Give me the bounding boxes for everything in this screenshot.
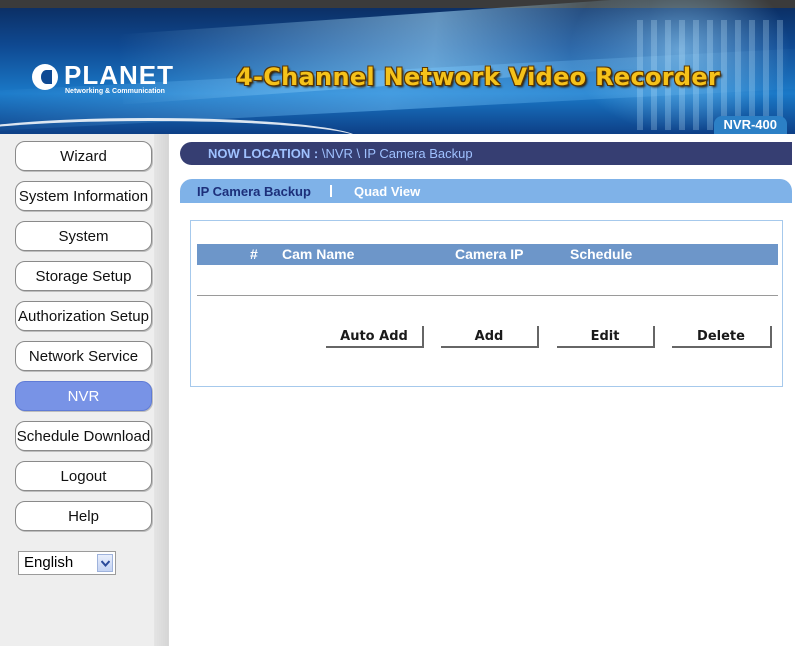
tab-quad-view[interactable]: Quad View <box>354 179 420 205</box>
sidebar-item-schedule-download[interactable]: Schedule Download <box>15 421 152 451</box>
sidebar-item-logout[interactable]: Logout <box>15 461 152 491</box>
planet-logo-icon <box>32 64 58 90</box>
sidebar-item-network-service[interactable]: Network Service <box>15 341 152 371</box>
sidebar-item-nvr[interactable]: NVR <box>15 381 152 411</box>
tab-ip-camera-backup[interactable]: IP Camera Backup <box>197 179 311 205</box>
column-header-number: # <box>250 246 258 262</box>
chevron-down-icon[interactable] <box>97 554 113 572</box>
breadcrumb: NOW LOCATION : \NVR \ IP Camera Backup <box>208 142 473 165</box>
sidebar-item-storage-setup[interactable]: Storage Setup <box>15 261 152 291</box>
header-banner: PLANET Networking & Communication 4-Chan… <box>0 0 795 134</box>
table-divider <box>197 295 778 296</box>
product-title: 4-Channel Network Video Recorder <box>236 63 721 91</box>
sidebar-item-help[interactable]: Help <box>15 501 152 531</box>
edit-button[interactable]: Edit <box>557 326 655 348</box>
banner-swoosh <box>0 118 360 134</box>
column-header-camera-ip: Camera IP <box>455 246 524 262</box>
sidebar-item-wizard[interactable]: Wizard <box>15 141 152 171</box>
tab-separator <box>330 185 332 197</box>
logo-tagline: Networking & Communication <box>65 88 165 95</box>
sidebar: Wizard System Information System Storage… <box>0 134 169 646</box>
logo-name: PLANET <box>64 60 174 90</box>
sidebar-item-system[interactable]: System <box>15 221 152 251</box>
sidebar-item-system-information[interactable]: System Information <box>15 181 152 211</box>
delete-button[interactable]: Delete <box>672 326 772 348</box>
location-label: NOW LOCATION : <box>208 146 319 161</box>
column-header-cam-name: Cam Name <box>282 246 355 262</box>
sidebar-item-authorization-setup[interactable]: Authorization Setup <box>15 301 152 331</box>
model-badge: NVR-400 <box>713 116 787 134</box>
location-path: \NVR \ IP Camera Backup <box>318 146 473 161</box>
column-header-schedule: Schedule <box>570 246 633 262</box>
tab-bar: IP Camera Backup Quad View <box>180 179 792 203</box>
language-select[interactable]: English <box>18 551 116 575</box>
location-bar: NOW LOCATION : \NVR \ IP Camera Backup <box>180 142 792 165</box>
language-select-value: English <box>24 554 74 571</box>
auto-add-button[interactable]: Auto Add <box>326 326 424 348</box>
camera-backup-panel: # Cam Name Camera IP Schedule Auto Add A… <box>190 220 783 387</box>
table-header: # Cam Name Camera IP Schedule <box>197 244 778 265</box>
add-button[interactable]: Add <box>441 326 539 348</box>
